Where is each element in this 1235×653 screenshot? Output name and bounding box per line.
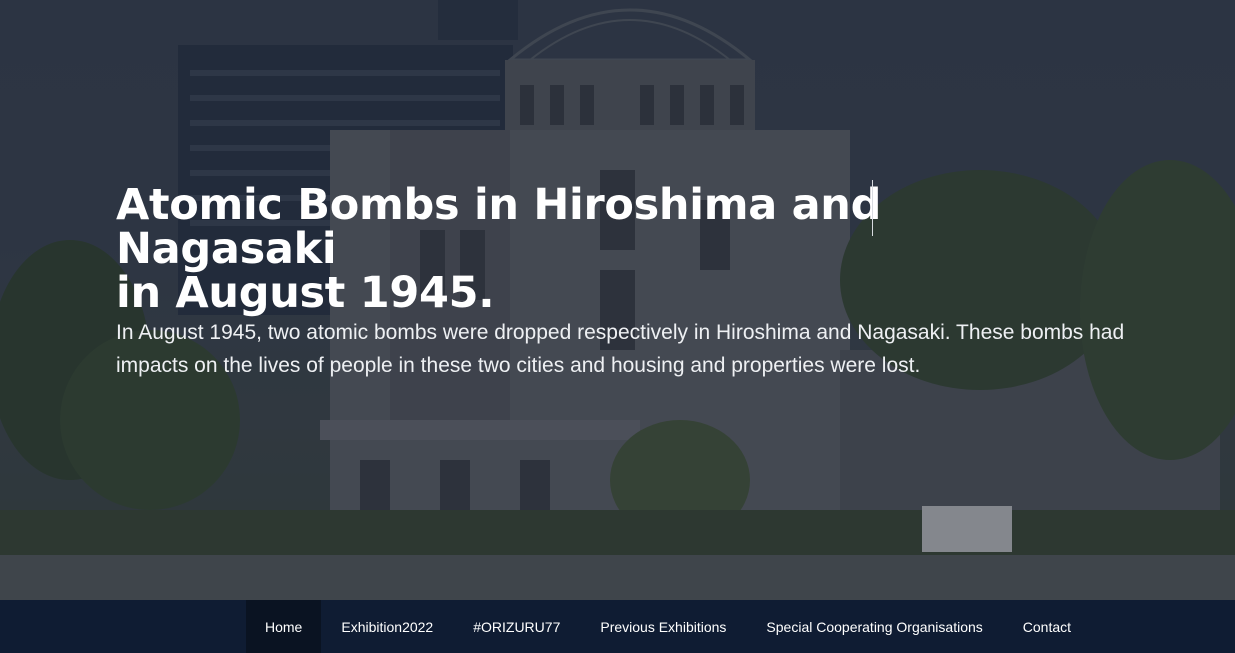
hero-banner: Atomic Bombs in Hiroshima and Nagasaki i…	[0, 0, 1235, 600]
intro-paragraph: In August 1945, two atomic bombs were dr…	[116, 321, 1125, 377]
nav-item-home[interactable]: Home	[246, 600, 322, 653]
main-navigation: Home Exhibition2022 #ORIZURU77 Previous …	[0, 600, 1235, 653]
text-cursor	[872, 180, 873, 236]
nav-item-previous-exhibitions[interactable]: Previous Exhibitions	[580, 600, 746, 653]
page-title-line-1: Atomic Bombs in Hiroshima and Nagasaki	[116, 180, 882, 274]
page-title-line-2: in August 1945.	[116, 268, 495, 318]
nav-item-contact[interactable]: Contact	[1003, 600, 1091, 653]
page-title: Atomic Bombs in Hiroshima and Nagasaki i…	[116, 183, 1116, 315]
nav-item-exhibition2022[interactable]: Exhibition2022	[321, 600, 453, 653]
nav-item-orizuru77[interactable]: #ORIZURU77	[453, 600, 580, 653]
nav-menu: Home Exhibition2022 #ORIZURU77 Previous …	[246, 600, 1091, 653]
nav-item-special-cooperating-organisations[interactable]: Special Cooperating Organisations	[746, 600, 1002, 653]
